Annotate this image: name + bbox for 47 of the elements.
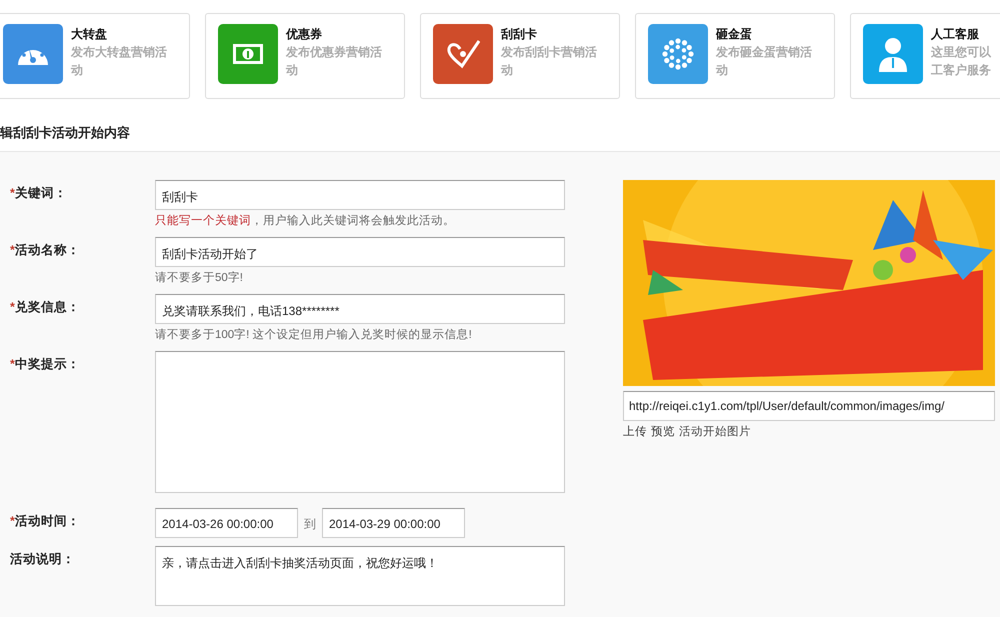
text-area[interactable] bbox=[155, 351, 565, 493]
text-area[interactable]: 亲，请点击进入刮刮卡抽奖活动页面，祝您好运哦！ bbox=[155, 546, 565, 606]
hint-warning: 只能写一个关键词 bbox=[155, 215, 251, 227]
hint-text: 请不要多于100字! 这个设定但用户输入兑奖时候的显示信息! bbox=[155, 329, 472, 341]
card-title: 砸金蛋 bbox=[716, 26, 753, 43]
hint-text: 请不要多于50字! bbox=[155, 272, 243, 284]
image-caption: 活动开始图片 bbox=[679, 424, 751, 439]
heart-check-icon bbox=[446, 39, 480, 69]
field-label: *中奖提示： bbox=[9, 356, 81, 373]
dot-circle-icon bbox=[662, 38, 694, 70]
card-description: 发布刮刮卡营销活 bbox=[501, 44, 598, 61]
card-description: 动 bbox=[286, 62, 299, 79]
card-title: 大转盘 bbox=[71, 26, 108, 43]
feature-card[interactable]: 砸金蛋 发布砸金蛋营销活 动 bbox=[635, 13, 835, 99]
text-field[interactable]: 刮刮卡 bbox=[155, 180, 565, 210]
card-description: 发布砸金蛋营销活 bbox=[716, 44, 813, 61]
field-label: *活动名称： bbox=[9, 242, 81, 259]
feature-card[interactable]: 人工客服 这里您可以 工客户服务 bbox=[850, 13, 1000, 99]
card-title: 刮刮卡 bbox=[501, 26, 538, 43]
field-label: 活动说明： bbox=[9, 551, 76, 568]
image-link[interactable]: 预览 bbox=[651, 424, 675, 439]
card-description: 发布大转盘营销活 bbox=[71, 44, 168, 61]
image-link[interactable]: 上传 bbox=[623, 424, 647, 439]
feature-card[interactable]: 大转盘 发布大转盘营销活 动 bbox=[0, 13, 190, 99]
text-field[interactable]: 刮刮卡活动开始了 bbox=[155, 237, 565, 267]
hint-text: ，用户输入此关键词将会触发此活动。 bbox=[251, 215, 455, 227]
section-heading: 辑刮刮卡活动开始内容 bbox=[0, 124, 131, 142]
end-date-field[interactable]: 2014-03-29 00:00:00 bbox=[322, 508, 465, 538]
field-label: *活动时间： bbox=[9, 513, 81, 530]
person-icon bbox=[877, 36, 909, 72]
card-description: 动 bbox=[71, 62, 84, 79]
card-description: 动 bbox=[716, 62, 729, 79]
range-separator: 到 bbox=[304, 516, 316, 533]
image-url-field[interactable]: http://reiqei.c1y1.com/tpl/User/default/common/images/img/ bbox=[623, 391, 995, 421]
text-field[interactable]: 兑奖请联系我们，电话138******** bbox=[155, 294, 565, 324]
card-title: 优惠券 bbox=[286, 26, 323, 43]
card-description: 工客户服务 bbox=[931, 62, 992, 79]
card-title: 人工客服 bbox=[931, 26, 980, 43]
field-label: *关键词： bbox=[9, 185, 68, 202]
feature-card[interactable]: 刮刮卡 发布刮刮卡营销活 动 bbox=[420, 13, 620, 99]
card-description: 动 bbox=[501, 62, 514, 79]
feature-card[interactable]: 优惠券 发布优惠券营销活 动 bbox=[205, 13, 405, 99]
card-description: 发布优惠券营销活 bbox=[286, 44, 383, 61]
card-description: 这里您可以 bbox=[931, 44, 992, 61]
start-date-field[interactable]: 2014-03-26 00:00:00 bbox=[155, 508, 298, 538]
banknote-icon bbox=[233, 44, 263, 64]
field-label: *兑奖信息： bbox=[9, 299, 81, 316]
